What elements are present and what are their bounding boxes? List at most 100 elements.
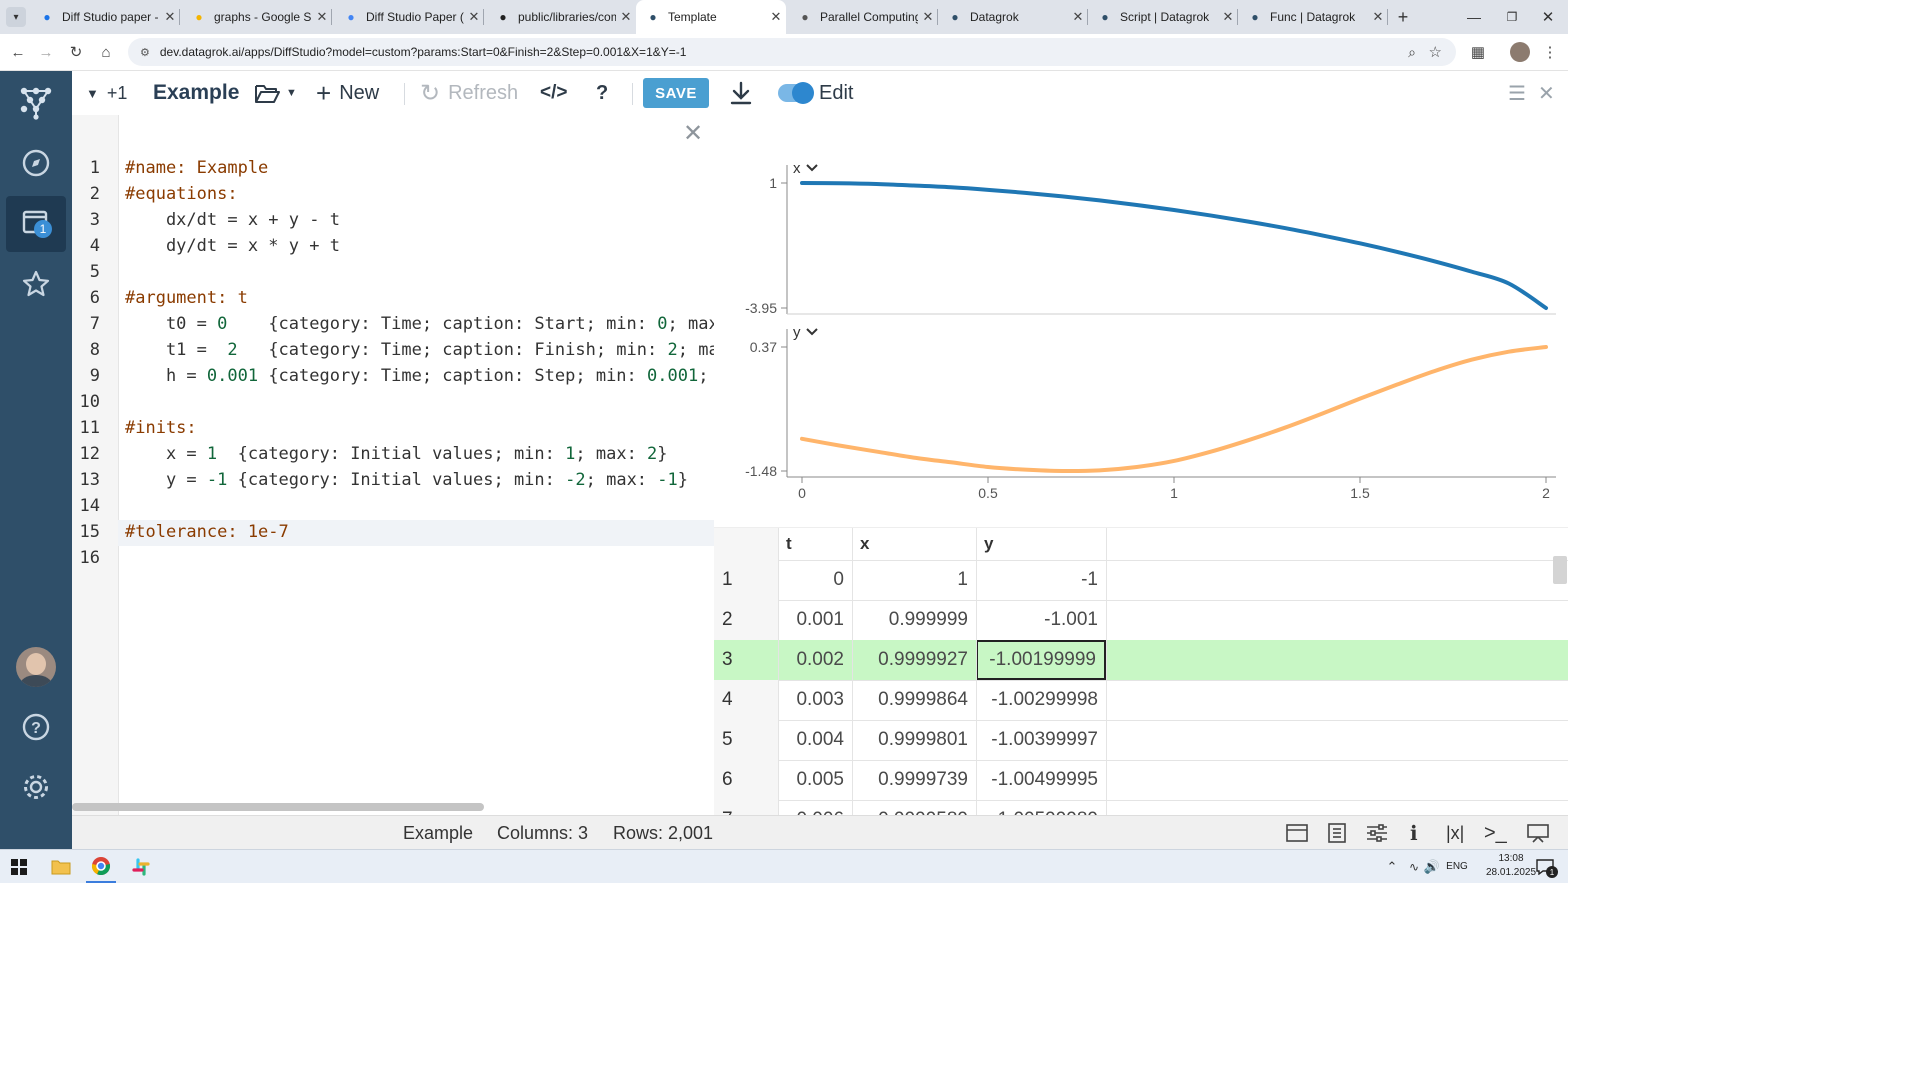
browser-tab[interactable]: ● Diff Studio Paper (2nd✕	[334, 0, 484, 34]
table-cell-t[interactable]: 0	[778, 560, 852, 600]
table-row[interactable]: 70.0060.9999589-1.00599989	[714, 800, 1568, 816]
restore-button[interactable]: ❐	[1502, 7, 1522, 27]
code-editor[interactable]: 1 2 3 4 5 6 7 8 9 10 11 12 13 14 15 16 #name: Example #e…	[72, 115, 714, 815]
zoom-icon[interactable]: ⌕	[1408, 44, 1416, 61]
windows-start-icon[interactable]	[4, 850, 34, 883]
back-button[interactable]: ←	[6, 40, 30, 64]
row-number[interactable]: 5	[714, 720, 778, 760]
sidebar-settings[interactable]	[0, 765, 72, 809]
browser-tab[interactable]: ● Parallel Computing in✕	[788, 0, 938, 34]
table-cell-x[interactable]: 1	[852, 560, 976, 600]
results-table[interactable]: t x y 1 0 1 -1 2 0.001 0.999999 -1.001 3 0.002 0.9…	[714, 527, 1568, 816]
table-cell-y[interactable]: -1.00599989	[976, 800, 1106, 816]
browser-menu-button[interactable]: ⋮	[1538, 40, 1562, 64]
close-tab-icon[interactable]: ✕	[766, 9, 786, 25]
home-button[interactable]: ⌂	[94, 40, 118, 64]
clock[interactable]: 13:08 28.01.2025	[1486, 852, 1536, 882]
sidebar-favorites[interactable]	[0, 262, 72, 306]
browser-tab[interactable]: ● Diff Studio paper - Go✕	[30, 0, 180, 34]
chevron-down-icon[interactable]	[806, 328, 818, 336]
console-icon[interactable]: >_	[1484, 816, 1507, 850]
tray-overflow-icon[interactable]: ⌃	[1382, 850, 1402, 883]
table-cell-t[interactable]: 0.001	[778, 600, 852, 640]
table-cell-y[interactable]: -1.001	[976, 600, 1106, 640]
table-cell-t[interactable]: 0.004	[778, 720, 852, 760]
table-row[interactable]: 1 0 1 -1	[714, 560, 1568, 601]
table-cell-t[interactable]: 0.002	[778, 640, 852, 680]
row-number[interactable]: 2	[714, 600, 778, 640]
url-field[interactable]: ⚙ dev.datagrok.ai/apps/DiffStudio?model=…	[128, 38, 1456, 66]
presentation-icon[interactable]	[1526, 816, 1550, 850]
close-tab-icon[interactable]: ✕	[1068, 9, 1088, 25]
sliders-icon[interactable]	[1366, 816, 1388, 850]
table-cell-x[interactable]: 0.9999739	[852, 760, 976, 800]
model-name[interactable]: Example	[153, 71, 239, 115]
sidebar-help[interactable]: ?	[0, 705, 72, 749]
chevron-down-icon[interactable]	[806, 164, 818, 172]
save-button[interactable]: SAVE	[643, 78, 709, 108]
table-cell-y[interactable]: -1.00499995	[976, 760, 1106, 800]
close-editor-icon[interactable]: ✕	[682, 122, 704, 146]
close-tab-icon[interactable]: ✕	[312, 9, 332, 25]
datagrok-logo[interactable]	[0, 81, 72, 125]
reload-button[interactable]: ↻	[64, 40, 88, 64]
chart-title[interactable]: x	[793, 160, 801, 177]
row-number[interactable]: 6	[714, 760, 778, 800]
chrome-taskbar-icon[interactable]	[86, 850, 116, 883]
browser-tab[interactable]: ● graphs - Google Slide✕	[182, 0, 332, 34]
row-number[interactable]: 1	[714, 560, 778, 600]
close-tab-icon[interactable]: ✕	[918, 9, 938, 25]
sidebar-views[interactable]: 1	[6, 196, 66, 252]
close-tab-icon[interactable]: ✕	[160, 9, 180, 25]
sidebar-browse[interactable]	[0, 141, 72, 185]
table-cell-x[interactable]: 0.9999864	[852, 680, 976, 720]
row-number[interactable]: 3	[714, 640, 778, 680]
close-view-icon[interactable]: ✕	[1538, 71, 1555, 115]
table-vertical-scrollbar[interactable]	[1553, 556, 1567, 584]
table-cell-t[interactable]: 0.006	[778, 800, 852, 816]
volume-icon[interactable]: 🔊	[1422, 850, 1442, 883]
browser-tab[interactable]: ● Script | Datagrok ✕	[1088, 0, 1238, 34]
row-number[interactable]: 4	[714, 680, 778, 720]
close-tab-icon[interactable]: ✕	[616, 9, 636, 25]
user-avatar[interactable]	[16, 647, 56, 687]
status-table-name[interactable]: Example	[403, 816, 473, 850]
hamburger-menu-icon[interactable]: ☰	[1508, 71, 1526, 115]
table-cell-x[interactable]: 0.9999589	[852, 800, 976, 816]
table-cell-y[interactable]: -1.00199999	[976, 640, 1106, 680]
chart-title[interactable]: y	[793, 324, 801, 341]
browser-tab[interactable]: ● Template ✕	[636, 0, 786, 34]
table-cell-x[interactable]: 0.999999	[852, 600, 976, 640]
properties-icon[interactable]	[1328, 816, 1346, 850]
close-tab-icon[interactable]: ✕	[1218, 9, 1238, 25]
new-tab-button[interactable]: +	[1392, 6, 1414, 28]
new-button[interactable]: + New	[316, 71, 379, 115]
open-menu-button[interactable]: ▼	[254, 71, 297, 115]
info-icon[interactable]: ℹ	[1410, 816, 1418, 850]
wifi-icon[interactable]: ∿	[1404, 850, 1424, 883]
browser-tab[interactable]: ● public/libraries/comp✕	[486, 0, 636, 34]
table-row[interactable]: 6 0.005 0.9999739 -1.00499995	[714, 760, 1568, 801]
minimize-button[interactable]: —	[1464, 7, 1484, 27]
slack-icon[interactable]	[126, 850, 156, 883]
table-cell-y[interactable]: -1	[976, 560, 1106, 600]
close-tab-icon[interactable]: ✕	[1368, 9, 1388, 25]
profile-avatar[interactable]	[1510, 42, 1530, 62]
browser-tab[interactable]: ● Func | Datagrok ✕	[1238, 0, 1388, 34]
column-header-y[interactable]: y	[984, 528, 993, 560]
browser-tab[interactable]: ● Datagrok ✕	[938, 0, 1088, 34]
table-cell-t[interactable]: 0.005	[778, 760, 852, 800]
download-button[interactable]	[730, 71, 752, 115]
refresh-button[interactable]: ↻ Refresh	[420, 71, 518, 115]
table-cell-y[interactable]: -1.00299998	[976, 680, 1106, 720]
help-button[interactable]: ?	[596, 71, 608, 115]
variables-icon[interactable]: |x|	[1446, 816, 1464, 850]
table-cell-x[interactable]: 0.9999801	[852, 720, 976, 760]
table-row[interactable]: 3 0.002 0.9999927 -1.00199999	[714, 640, 1568, 681]
table-row[interactable]: 5 0.004 0.9999801 -1.00399997	[714, 720, 1568, 761]
column-header-x[interactable]: x	[860, 528, 869, 560]
table-row[interactable]: 4 0.003 0.9999864 -1.00299998	[714, 680, 1568, 721]
code-button[interactable]: </>	[540, 71, 567, 115]
table-view-icon[interactable]	[1286, 816, 1308, 850]
site-info-icon[interactable]: ⚙	[140, 46, 150, 59]
